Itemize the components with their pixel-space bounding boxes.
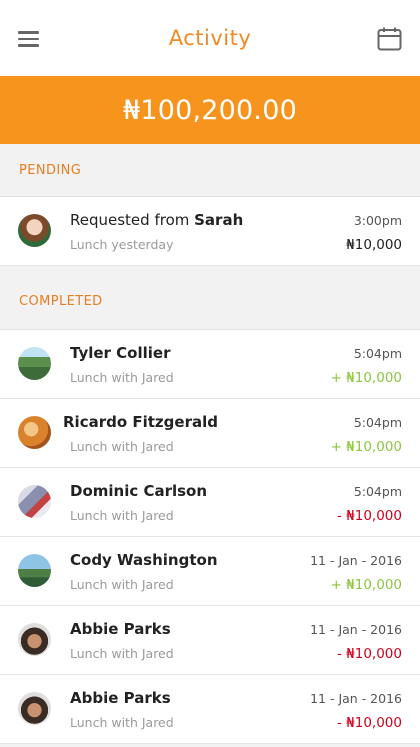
contact-name: Dominic Carlson (70, 482, 208, 500)
transaction-time: 5:04pm (353, 484, 402, 499)
request-amount: ₦10,000 (346, 237, 402, 253)
transaction-note: Lunch with Jared (70, 577, 174, 592)
transaction-note: Lunch with Jared (70, 508, 174, 523)
page-title: Activity (168, 26, 252, 50)
transaction-row[interactable]: Abbie Parks Lunch with Jared 11 - Jan - … (0, 606, 420, 675)
avatar (18, 347, 51, 380)
menu-icon[interactable] (18, 31, 39, 47)
app-header: Activity (0, 0, 420, 76)
avatar (18, 485, 51, 518)
contact-name: Ricardo Fitzgerald (63, 413, 218, 431)
calendar-icon[interactable] (377, 27, 402, 51)
avatar (18, 623, 51, 656)
transaction-note: Lunch with Jared (70, 646, 174, 661)
contact-name: Cody Washington (70, 551, 218, 569)
transaction-note: Lunch with Jared (70, 439, 174, 454)
contact-name: Abbie Parks (70, 689, 171, 707)
request-time: 3:00pm (353, 213, 402, 228)
request-title: Requested from Sarah (70, 211, 243, 229)
avatar (18, 214, 51, 247)
transaction-time: 11 - Jan - 2016 (310, 622, 402, 637)
avatar (18, 692, 51, 725)
pending-request-row[interactable]: Requested from Sarah Lunch yesterday 3:0… (0, 197, 420, 266)
transaction-time: 5:04pm (353, 346, 402, 361)
transaction-time: 5:04pm (353, 415, 402, 430)
contact-name: Abbie Parks (70, 620, 171, 638)
activity-screen: Activity ₦100,200.00 PENDING Requested f… (0, 0, 420, 747)
avatar (18, 416, 51, 449)
request-prefix: Requested from (70, 211, 195, 229)
transaction-amount: - ₦10,000 (337, 646, 402, 662)
transaction-row[interactable]: Dominic Carlson Lunch with Jared 5:04pm … (0, 468, 420, 537)
transaction-amount: + ₦10,000 (330, 370, 402, 386)
transaction-row[interactable]: Cody Washington Lunch with Jared 11 - Ja… (0, 537, 420, 606)
transaction-amount: + ₦10,000 (330, 439, 402, 455)
requester-name: Sarah (194, 211, 244, 229)
pending-section-label: PENDING (0, 144, 420, 197)
transaction-time: 11 - Jan - 2016 (310, 553, 402, 568)
transaction-note: Lunch with Jared (70, 370, 174, 385)
transaction-amount: - ₦10,000 (337, 715, 402, 731)
completed-section-label: COMPLETED (0, 273, 420, 330)
contact-name: Tyler Collier (70, 344, 171, 362)
transaction-note: Lunch with Jared (70, 715, 174, 730)
transaction-amount: + ₦10,000 (330, 577, 402, 593)
transaction-row[interactable]: Tyler Collier Lunch with Jared 5:04pm + … (0, 330, 420, 399)
request-note: Lunch yesterday (70, 237, 174, 252)
balance-amount: ₦100,200.00 (123, 94, 297, 126)
avatar (18, 554, 51, 587)
transaction-amount: - ₦10,000 (337, 508, 402, 524)
transaction-row[interactable]: Ricardo Fitzgerald Lunch with Jared 5:04… (0, 399, 420, 468)
balance-banner: ₦100,200.00 (0, 76, 420, 144)
transaction-time: 11 - Jan - 2016 (310, 691, 402, 706)
transaction-row[interactable]: Abbie Parks Lunch with Jared 11 - Jan - … (0, 675, 420, 744)
